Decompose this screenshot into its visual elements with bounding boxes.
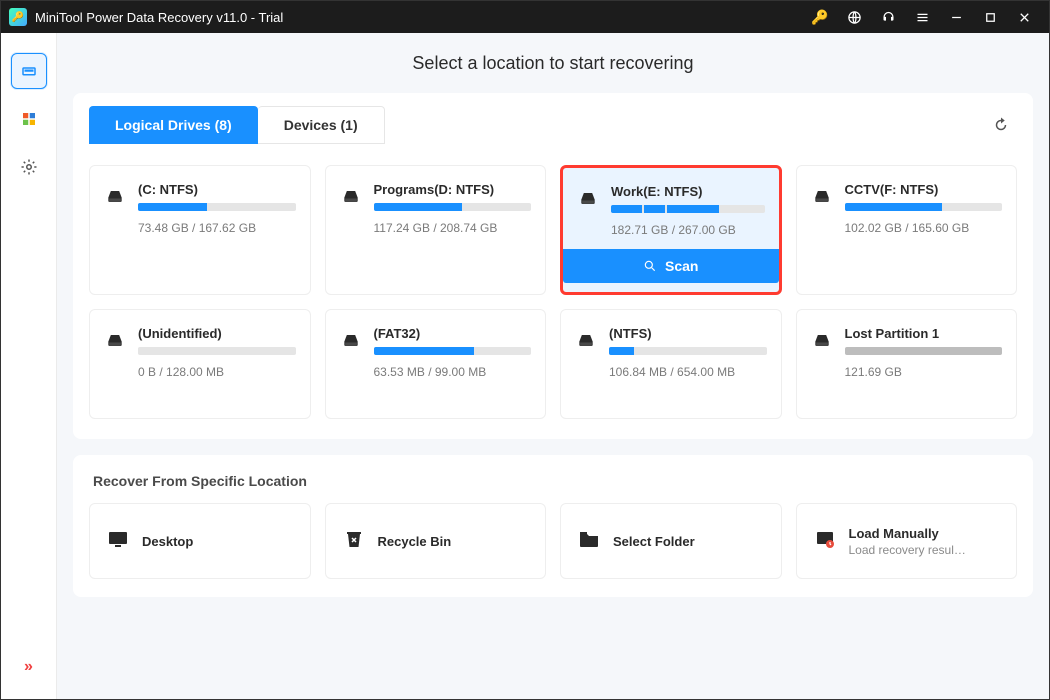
specific-location-panel: Recover From Specific Location Desktop Re… <box>73 455 1033 597</box>
drive-name: (NTFS) <box>609 326 767 341</box>
menu-icon[interactable] <box>905 1 939 33</box>
drive-icon <box>811 186 833 211</box>
window-title: MiniTool Power Data Recovery v11.0 - Tri… <box>35 10 283 25</box>
location-card[interactable]: Load Manually Load recovery result (*... <box>796 503 1018 579</box>
close-button[interactable] <box>1007 1 1041 33</box>
drive-icon <box>340 330 362 355</box>
drive-card[interactable]: (Unidentified) 0 B / 128.00 MB <box>89 309 311 419</box>
drive-card[interactable]: (NTFS) 106.84 MB / 654.00 MB <box>560 309 782 419</box>
drive-icon <box>577 188 599 213</box>
sidebar: » <box>1 33 57 699</box>
drive-name: (C: NTFS) <box>138 182 296 197</box>
location-grid: Desktop Recycle Bin Select Folder Load Manu… <box>89 503 1017 579</box>
location-sublabel: Load recovery result (*... <box>849 543 969 557</box>
titlebar: 🔑 MiniTool Power Data Recovery v11.0 - T… <box>1 1 1049 33</box>
drive-size: 117.24 GB / 208.74 GB <box>374 221 532 235</box>
drive-name: (FAT32) <box>374 326 532 341</box>
drive-card[interactable]: (C: NTFS) 73.48 GB / 167.62 GB <box>89 165 311 295</box>
location-label: Load Manually <box>849 526 969 541</box>
location-icon <box>577 527 601 556</box>
drive-card[interactable]: (FAT32) 63.53 MB / 99.00 MB <box>325 309 547 419</box>
maximize-button[interactable] <box>973 1 1007 33</box>
drive-name: CCTV(F: NTFS) <box>845 182 1003 197</box>
drive-card[interactable]: CCTV(F: NTFS) 102.02 GB / 165.60 GB <box>796 165 1018 295</box>
drive-card[interactable]: Work(E: NTFS) 182.71 GB / 267.00 GB Scan <box>560 165 782 295</box>
location-card[interactable]: Select Folder <box>560 503 782 579</box>
drive-name: Lost Partition 1 <box>845 326 1003 341</box>
drive-name: Work(E: NTFS) <box>611 184 765 199</box>
drive-icon <box>340 186 362 211</box>
tab-logical-drives[interactable]: Logical Drives (8) <box>89 106 258 144</box>
scan-button[interactable]: Scan <box>563 249 779 283</box>
location-icon <box>813 527 837 556</box>
drive-size: 106.84 MB / 654.00 MB <box>609 365 767 379</box>
drive-size: 73.48 GB / 167.62 GB <box>138 221 296 235</box>
minimize-button[interactable] <box>939 1 973 33</box>
drive-size: 0 B / 128.00 MB <box>138 365 296 379</box>
page-title: Select a location to start recovering <box>412 53 693 74</box>
drive-name: (Unidentified) <box>138 326 296 341</box>
location-card[interactable]: Recycle Bin <box>325 503 547 579</box>
location-label: Select Folder <box>613 534 695 549</box>
drive-icon <box>104 330 126 355</box>
drive-icon <box>575 330 597 355</box>
page-header: Select a location to start recovering <box>57 33 1049 93</box>
support-headset-icon[interactable] <box>871 1 905 33</box>
drives-panel: Logical Drives (8) Devices (1) (C: NTFS)… <box>73 93 1033 439</box>
drive-icon <box>811 330 833 355</box>
upgrade-key-icon[interactable]: 🔑 <box>803 1 837 33</box>
sidebar-settings-icon[interactable] <box>11 149 47 185</box>
drive-icon <box>104 186 126 211</box>
drive-card[interactable]: Lost Partition 1 121.69 GB <box>796 309 1018 419</box>
drive-name: Programs(D: NTFS) <box>374 182 532 197</box>
location-icon <box>106 527 130 556</box>
drive-size: 102.02 GB / 165.60 GB <box>845 221 1003 235</box>
location-icon <box>342 527 366 556</box>
drive-grid: (C: NTFS) 73.48 GB / 167.62 GB Programs(D:… <box>89 165 1017 419</box>
sidebar-expand-icon[interactable]: » <box>11 649 47 685</box>
sidebar-recovery-icon[interactable] <box>11 53 47 89</box>
drive-card[interactable]: Programs(D: NTFS) 117.24 GB / 208.74 GB <box>325 165 547 295</box>
app-window: 🔑 MiniTool Power Data Recovery v11.0 - T… <box>0 0 1050 700</box>
drive-size: 63.53 MB / 99.00 MB <box>374 365 532 379</box>
refresh-button[interactable] <box>985 109 1017 141</box>
drive-size: 121.69 GB <box>845 365 1003 379</box>
tab-devices[interactable]: Devices (1) <box>258 106 385 144</box>
app-logo-icon: 🔑 <box>9 8 27 26</box>
location-card[interactable]: Desktop <box>89 503 311 579</box>
location-label: Recycle Bin <box>378 534 452 549</box>
section-title: Recover From Specific Location <box>93 473 1013 489</box>
location-label: Desktop <box>142 534 193 549</box>
sidebar-apps-icon[interactable] <box>11 101 47 137</box>
drive-size: 182.71 GB / 267.00 GB <box>611 223 765 237</box>
globe-icon[interactable] <box>837 1 871 33</box>
